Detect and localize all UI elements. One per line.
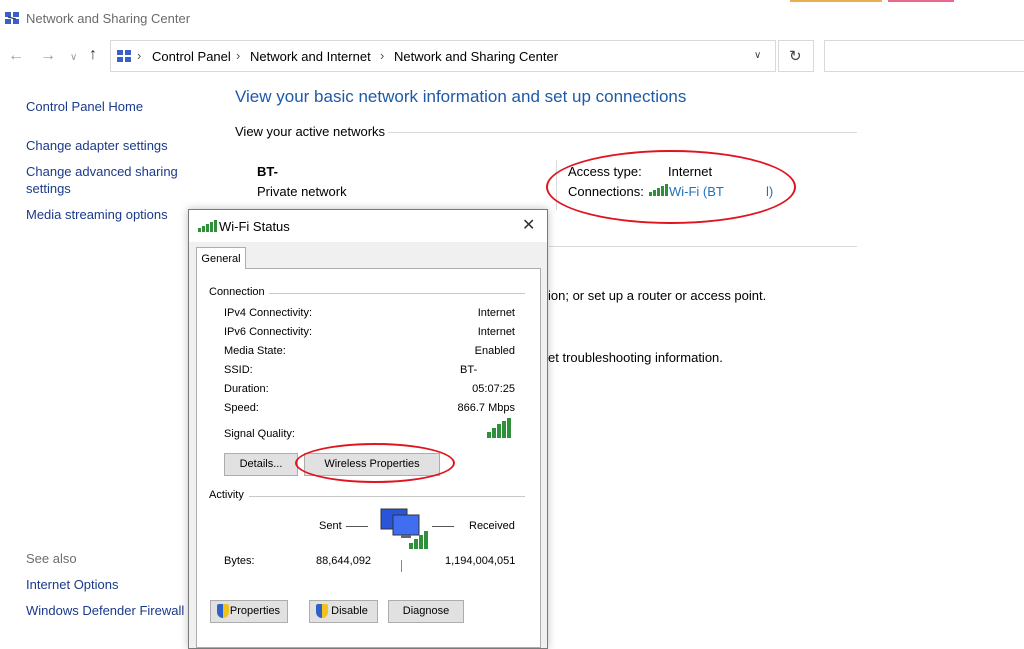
network-computers-icon: [380, 508, 428, 549]
tab-general[interactable]: General: [196, 247, 246, 269]
uac-shield-icon: [316, 604, 328, 618]
sent-line: [346, 526, 368, 527]
control-panel-icon: [117, 50, 131, 62]
network-name: BT-: [257, 164, 278, 179]
ssid-label: SSID:: [224, 364, 253, 376]
address-dropdown-icon[interactable]: ∨: [754, 50, 761, 61]
duration-label: Duration:: [224, 383, 269, 395]
bytes-divider: [401, 560, 402, 572]
connection-group-label: Connection: [209, 286, 265, 298]
close-icon[interactable]: ✕: [522, 215, 535, 235]
ssid-value: BT-: [460, 364, 478, 376]
bytes-received-value: 1,194,004,051: [445, 555, 516, 567]
bytes-label: Bytes:: [224, 555, 255, 567]
back-icon[interactable]: ←: [8, 47, 24, 65]
internet-options-link[interactable]: Internet Options: [26, 576, 119, 593]
wifi-status-dialog: Wi-Fi Status ✕ General Connection IPv4 C…: [188, 209, 548, 649]
media-state-value: Enabled: [474, 345, 515, 357]
media-streaming-options-link[interactable]: Media streaming options: [26, 206, 168, 223]
breadcrumb-separator: ›: [236, 48, 241, 63]
details-button[interactable]: Details...: [224, 453, 298, 476]
duration-value: 05:07:25: [472, 383, 515, 395]
signal-quality-label: Signal Quality:: [224, 428, 295, 440]
refresh-icon[interactable]: ↻: [789, 47, 802, 65]
properties-button[interactable]: Properties: [210, 600, 288, 623]
breadcrumb-network-sharing-center[interactable]: Network and Sharing Center: [394, 49, 558, 64]
network-center-icon: [5, 12, 19, 24]
taskbar-accent-strip: [888, 0, 954, 2]
speed-value: 866.7 Mbps: [457, 402, 515, 414]
disable-button-label: Disable: [331, 605, 368, 617]
search-input[interactable]: [824, 40, 1024, 72]
windows-defender-firewall-link[interactable]: Windows Defender Firewall: [26, 602, 184, 619]
breadcrumb-control-panel[interactable]: Control Panel: [152, 49, 231, 64]
section-divider: [549, 246, 857, 247]
wifi-signal-icon: [198, 220, 218, 232]
received-label: Received: [469, 520, 515, 532]
media-state-label: Media State:: [224, 345, 286, 357]
disable-button[interactable]: Disable: [309, 600, 378, 623]
bytes-sent-value: 88,644,092: [316, 555, 372, 567]
network-type: Private network: [257, 184, 347, 199]
dialog-title: Wi-Fi Status: [219, 219, 290, 234]
active-networks-label: View your active networks: [235, 124, 386, 139]
signal-quality-icon: [487, 418, 512, 438]
annotation-circle: [295, 443, 455, 483]
sent-label: Sent: [319, 520, 342, 532]
window-title: Network and Sharing Center: [26, 11, 191, 26]
troubleshoot-text: et troubleshooting information.: [548, 350, 723, 365]
ipv4-label: IPv4 Connectivity:: [224, 307, 313, 319]
activity-group-label: Activity: [209, 489, 244, 501]
change-advanced-sharing-link[interactable]: Change advanced sharing settings: [26, 163, 186, 197]
section-divider: [388, 132, 857, 133]
control-panel-home-link[interactable]: Control Panel Home: [26, 98, 143, 115]
setup-connection-text: ion; or set up a router or access point.: [548, 288, 767, 303]
breadcrumb-network-internet[interactable]: Network and Internet: [250, 49, 371, 64]
ipv6-label: IPv6 Connectivity:: [224, 326, 313, 338]
page-title: View your basic network information and …: [235, 87, 687, 106]
diagnose-button[interactable]: Diagnose: [388, 600, 464, 623]
breadcrumb-separator: ›: [137, 48, 142, 63]
see-also-heading: See also: [26, 551, 77, 566]
breadcrumb-separator: ›: [380, 48, 385, 63]
uac-shield-icon: [217, 604, 229, 618]
recent-locations-chevron-icon[interactable]: ∨: [70, 52, 77, 63]
up-arrow-icon[interactable]: ↑: [89, 46, 97, 64]
group-divider: [269, 293, 525, 294]
received-line: [432, 526, 454, 527]
ipv4-value: Internet: [477, 307, 515, 319]
group-divider: [249, 496, 525, 497]
speed-label: Speed:: [224, 402, 259, 414]
change-adapter-settings-link[interactable]: Change adapter settings: [26, 137, 168, 154]
annotation-circle: [546, 150, 796, 224]
taskbar-accent-strip: [790, 0, 882, 2]
properties-button-label: Properties: [229, 605, 281, 617]
forward-icon[interactable]: →: [40, 47, 56, 65]
ipv6-value: Internet: [477, 326, 515, 338]
